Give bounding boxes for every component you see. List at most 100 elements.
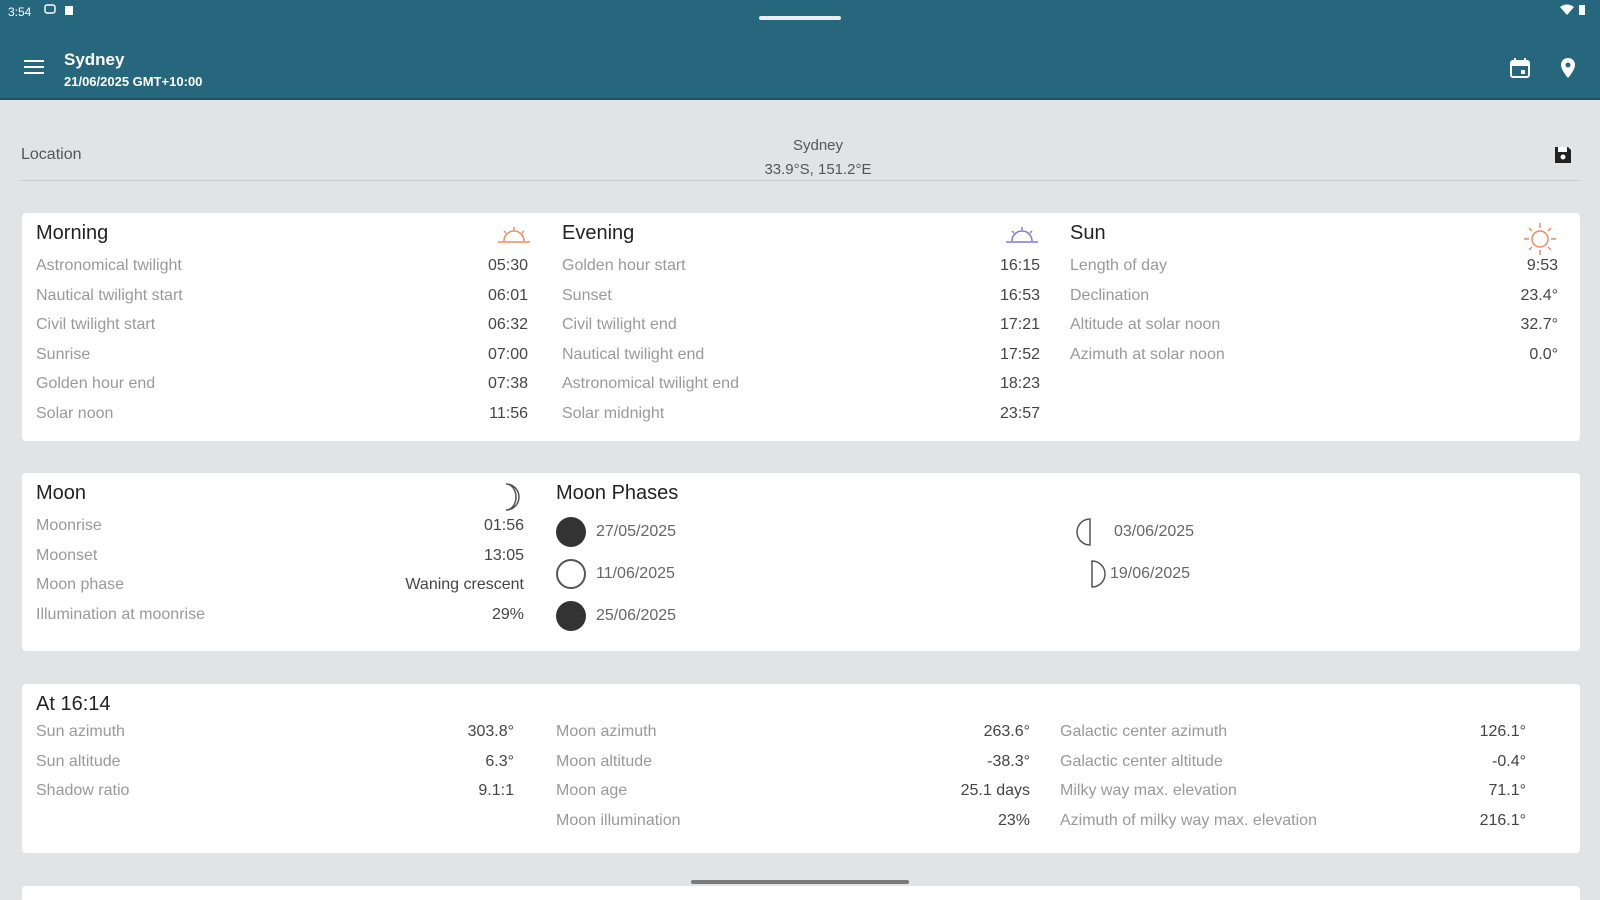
moon-position-row: Moon illumination 23% [556,810,1030,840]
location-summary[interactable]: Sydney 33.9°S, 151.2°E [668,134,968,182]
galactic-section: Galactic center azimuth 126.1° Galactic c… [1060,721,1526,839]
row-value: Waning crescent [405,576,524,593]
moon-phase-date: 27/05/2025 [596,523,677,540]
moon-phase-date: 19/06/2025 [1110,565,1191,582]
galactic-row: Galactic center azimuth 126.1° [1060,721,1526,751]
row-value: 16:53 [999,286,1040,304]
moon-row: Moon phase Waning crescent [36,574,524,604]
row-value: 23% [997,811,1030,829]
row-label: Nautical twilight end [562,345,705,363]
moon-row: Moonset 13:05 [36,545,524,575]
row-label: Moon altitude [556,752,653,770]
moon-phase-item: 19/06/2025 [1090,559,1190,589]
sun-times-card: Morning Astronomical twilight 05:30 Nauti… [22,213,1580,441]
morning-row: Golden hour end 07:38 [36,373,528,403]
row-value: 32.7° [1520,316,1558,333]
row-label: Golden hour start [562,257,686,274]
row-label: Moon azimuth [556,723,657,740]
row-label: Moonrise [36,517,102,534]
row-label: Nautical twilight start [36,286,183,304]
row-label: Moon illumination [556,811,681,829]
divider [20,180,1580,181]
row-label: Milky way max. elevation [1060,782,1237,799]
row-value: 23.4° [1520,286,1558,304]
row-value: 9.1:1 [478,782,514,799]
row-label: Sunrise [36,345,91,363]
moon-title: Moon [36,482,87,504]
row-value: 07:00 [487,345,528,363]
row-value: 06:01 [487,286,528,304]
calendar-icon[interactable] [1508,56,1532,80]
row-value: 06:32 [487,316,528,333]
moon-card: Moon Moonrise 01:56 Moonset 13:05 Moon pha… [22,473,1580,651]
row-label: Civil twilight start [36,316,156,333]
new-moon-icon [556,517,586,547]
row-value: 71.1° [1488,782,1526,799]
evening-row: Civil twilight end 17:21 [562,314,1040,344]
status-system-icons [1560,4,1586,16]
row-value: 29% [491,605,524,623]
app-subtitle: 21/06/2025 GMT+10:00 [64,74,203,89]
location-label: Location [21,146,82,163]
row-value: 263.6° [983,723,1030,740]
moon-section: Moon Moonrise 01:56 Moonset 13:05 Moon pha… [36,481,524,633]
galactic-row: Milky way max. elevation 71.1° [1060,780,1526,810]
moon-row: Moonrise 01:56 [36,515,524,545]
sun-row: Altitude at solar noon 32.7° [1070,314,1558,344]
row-label: Astronomical twilight end [562,375,739,392]
moon-phases-section: Moon Phases 27/05/2025 11/06/2025 25/06/… [556,481,1556,641]
row-value: 126.1° [1479,723,1526,740]
row-label: Golden hour end [36,375,156,392]
row-value: -38.3° [987,752,1030,770]
row-label: Galactic center azimuth [1060,723,1228,740]
moon-phase-date: 11/06/2025 [596,565,675,582]
status-time: 3:54 [8,5,32,19]
new-moon-icon [556,601,586,631]
row-value: 17:52 [999,345,1040,363]
gesture-handle[interactable] [691,880,909,884]
morning-row: Civil twilight start 06:32 [36,314,528,344]
row-value: 216.1° [1479,811,1526,829]
evening-title: Evening [562,222,635,244]
row-label: Astronomical twilight [36,257,182,274]
row-label: Azimuth of milky way max. elevation [1060,811,1317,829]
moon-phase-date: 25/06/2025 [596,607,677,624]
sunset-icon [1006,227,1038,243]
galactic-row: Azimuth of milky way max. elevation 216.1… [1060,810,1526,840]
first-quarter-moon-icon [1076,518,1091,546]
row-label: Moon age [556,782,628,799]
morning-row: Nautical twilight start 06:01 [36,285,528,315]
row-label: Sunset [562,286,612,304]
row-label: Moonset [36,546,98,564]
sun-position-row: Shadow ratio 9.1:1 [36,780,514,810]
sun-row: Declination 23.4° [1070,285,1558,315]
sun-row: Length of day 9:53 [1070,255,1558,285]
wifi-icon [1560,4,1574,15]
app-bar: 3:54 Sydney 21/06/2025 GMT+10:00 [0,0,1600,100]
current-position-card: At 16:14 Sun azimuth 303.8° Sun altitude 6… [22,684,1580,853]
morning-title: Morning [36,222,109,244]
row-value: 05:30 [487,257,528,274]
row-value: 6.3° [485,752,514,770]
row-value: 13:05 [483,546,524,564]
morning-section: Morning Astronomical twilight 05:30 Nauti… [36,221,530,433]
top-drag-handle[interactable] [759,16,841,20]
row-value: 18:23 [999,375,1040,392]
morning-row: Astronomical twilight 05:30 [36,255,528,285]
menu-icon[interactable] [22,56,46,80]
row-label: Illumination at moonrise [36,605,205,623]
save-icon[interactable] [1552,144,1574,166]
morning-row: Solar noon 11:56 [36,403,528,433]
location-coordinates: 33.9°S, 151.2°E [764,161,872,178]
location-name: Sydney [792,137,844,154]
app-title: Sydney [64,50,125,69]
evening-row: Solar midnight 23:57 [562,403,1040,433]
moon-phase-item: 11/06/2025 [556,559,675,589]
row-label: Solar midnight [562,404,665,422]
row-label: Azimuth at solar noon [1070,345,1225,363]
location-pin-icon[interactable] [1556,56,1580,80]
moon-position-section: Moon azimuth 263.6° Moon altitude -38.3° M… [556,721,1030,839]
message-icon [44,4,56,14]
morning-row: Sunrise 07:00 [36,344,528,374]
sun-section: Sun Length of day 9:53 Declination 23.4° A… [1070,221,1558,373]
